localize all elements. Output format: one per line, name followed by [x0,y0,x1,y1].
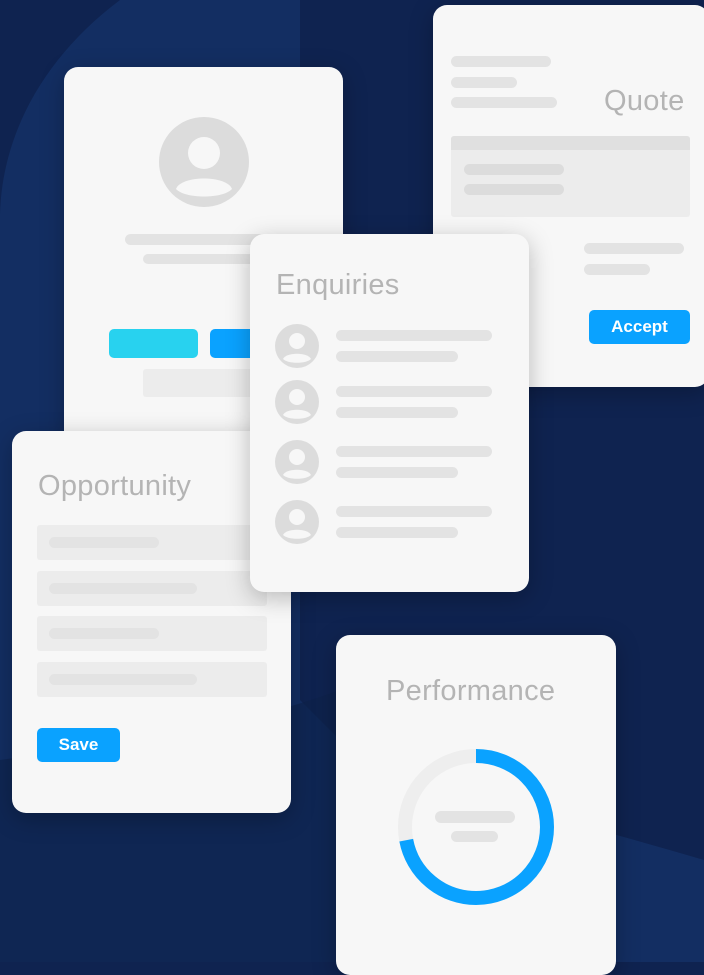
user-avatar-icon [159,117,249,207]
quote-total-line-2 [584,264,650,275]
performance-label-line [451,831,498,842]
quote-line-2 [451,77,517,88]
quote-table-header [451,136,690,150]
user-avatar-icon [275,324,319,368]
enquiry-list-item[interactable] [275,380,505,424]
enquiry-list-item[interactable] [275,324,505,368]
enquiry-name-line [336,446,492,457]
accept-button[interactable]: Accept [589,310,690,344]
quote-total-line-1 [584,243,684,254]
opportunity-field-1[interactable] [37,525,267,560]
opportunity-field-2-line [49,583,197,594]
quote-line-3 [451,97,557,108]
enquiry-name-line [336,330,492,341]
enquiries-card: Enquiries [250,234,529,592]
enquiry-detail-line [336,351,458,362]
performance-card: Performance [336,635,616,975]
quote-table-line-2 [464,184,564,195]
enquiry-detail-line [336,407,458,418]
user-avatar-icon [275,500,319,544]
opportunity-field-4[interactable] [37,662,267,697]
enquiry-name-line [336,386,492,397]
enquiry-detail-line [336,467,458,478]
opportunity-field-3-line [49,628,159,639]
profile-subtitle-line [143,254,258,264]
opportunity-field-1-line [49,537,159,548]
opportunity-field-4-line [49,674,197,685]
performance-value-line [435,811,515,823]
quote-line-1 [451,56,551,67]
enquiries-title: Enquiries [276,269,400,301]
opportunity-field-2[interactable] [37,571,267,606]
opportunity-title: Opportunity [38,470,192,502]
user-avatar-icon [275,440,319,484]
profile-primary-button[interactable] [109,329,198,358]
enquiry-detail-line [336,527,458,538]
quote-title: Quote [604,85,685,117]
save-button[interactable]: Save [37,728,120,762]
user-avatar-icon [275,380,319,424]
enquiry-name-line [336,506,492,517]
opportunity-field-3[interactable] [37,616,267,651]
quote-table-line-1 [464,164,564,175]
performance-ring [398,749,554,905]
enquiry-list-item[interactable] [275,440,505,484]
enquiry-list-item[interactable] [275,500,505,544]
performance-title: Performance [386,675,556,707]
quote-table [451,136,690,217]
